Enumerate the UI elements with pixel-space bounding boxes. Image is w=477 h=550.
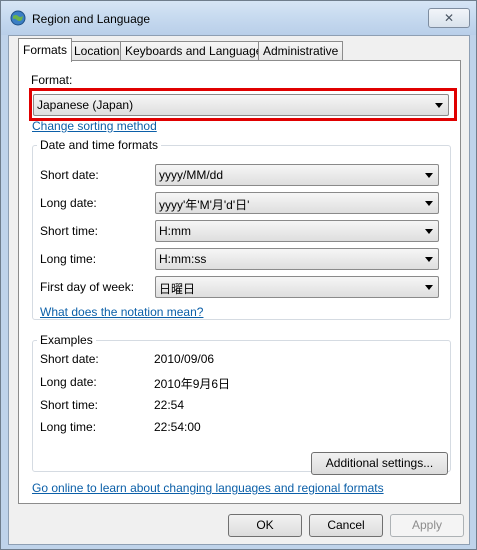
title-bar[interactable]: Region and Language ✕ — [1, 1, 476, 35]
short-time-value: H:mm — [159, 224, 191, 238]
ok-button[interactable]: OK — [228, 514, 302, 537]
first-day-label: First day of week: — [40, 280, 135, 294]
first-day-value: 日曜日 — [159, 282, 196, 296]
example-short-date-value: 2010/09/06 — [154, 352, 215, 366]
formats-panel: Format: Japanese (Japan) Change sorting … — [18, 60, 461, 504]
example-long-time-value: 22:54:00 — [154, 420, 201, 434]
additional-settings-button[interactable]: Additional settings... — [311, 452, 448, 475]
chevron-down-icon — [425, 229, 433, 234]
first-day-dropdown[interactable]: 日曜日 — [155, 276, 439, 298]
example-long-time-label: Long time: — [40, 420, 97, 434]
globe-icon — [10, 10, 26, 26]
short-date-value: yyyy/MM/dd — [159, 168, 224, 182]
region-language-dialog: Region and Language ✕ Formats Location K… — [0, 0, 477, 550]
date-time-formats-title: Date and time formats — [37, 138, 162, 152]
long-time-value: H:mm:ss — [159, 252, 207, 266]
go-online-link[interactable]: Go online to learn about changing langua… — [32, 481, 384, 495]
format-dropdown[interactable]: Japanese (Japan) — [33, 94, 449, 116]
long-date-value: yyyy'年'M'月'd'日' — [159, 198, 250, 212]
short-time-label: Short time: — [40, 224, 99, 238]
dialog-body: Formats Location Keyboards and Languages… — [8, 35, 470, 545]
tab-keyboards-and-languages[interactable]: Keyboards and Languages — [120, 41, 274, 61]
format-value: Japanese (Japan) — [37, 98, 134, 112]
short-time-dropdown[interactable]: H:mm — [155, 220, 439, 242]
example-short-date-label: Short date: — [40, 352, 99, 366]
close-icon: ✕ — [443, 11, 455, 25]
long-date-dropdown[interactable]: yyyy'年'M'月'd'日' — [155, 192, 439, 214]
chevron-down-icon — [425, 257, 433, 262]
short-date-dropdown[interactable]: yyyy/MM/dd — [155, 164, 439, 186]
chevron-down-icon — [425, 285, 433, 290]
chevron-down-icon — [425, 173, 433, 178]
example-short-time-value: 22:54 — [154, 398, 185, 412]
format-label: Format: — [31, 73, 73, 87]
chevron-down-icon — [425, 201, 433, 206]
example-long-date-label: Long date: — [40, 375, 97, 389]
change-sorting-link[interactable]: Change sorting method — [32, 119, 157, 133]
tab-formats[interactable]: Formats — [18, 38, 73, 62]
long-date-label: Long date: — [40, 196, 97, 210]
examples-title: Examples — [37, 333, 96, 347]
cancel-button[interactable]: Cancel — [309, 514, 383, 537]
tab-location[interactable]: Location — [69, 41, 125, 61]
long-time-dropdown[interactable]: H:mm:ss — [155, 248, 439, 270]
example-long-date-value: 2010年9月6日 — [154, 377, 231, 391]
long-time-label: Long time: — [40, 252, 97, 266]
notation-link[interactable]: What does the notation mean? — [40, 305, 203, 319]
tab-administrative[interactable]: Administrative — [258, 41, 344, 61]
close-button[interactable]: ✕ — [428, 8, 470, 28]
example-short-time-label: Short time: — [40, 398, 99, 412]
apply-button[interactable]: Apply — [390, 514, 464, 537]
window-title: Region and Language — [32, 12, 151, 26]
chevron-down-icon — [435, 103, 443, 108]
short-date-label: Short date: — [40, 168, 99, 182]
